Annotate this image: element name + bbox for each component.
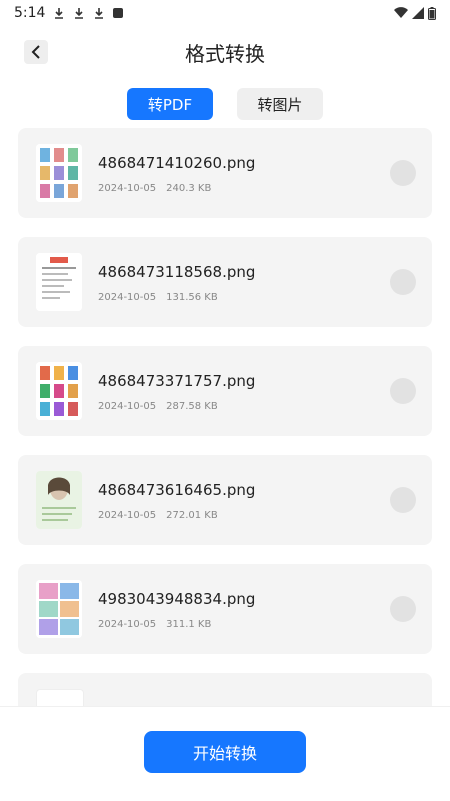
status-right — [394, 6, 436, 20]
file-size: 311.1 KB — [166, 619, 212, 630]
file-card[interactable]: 4868471410260.png 2024-10-05 240.3 KB — [18, 128, 432, 218]
file-name: 4868471410260.png — [98, 154, 256, 172]
file-meta: 2024-10-05 272.01 KB — [98, 510, 228, 521]
status-time: 5:14 — [14, 5, 46, 21]
file-name: 4868473371757.png — [98, 372, 256, 390]
file-name: 4868473616465.png — [98, 481, 256, 499]
file-name: 4983043948834.png — [98, 590, 256, 608]
file-date: 2024-10-05 — [98, 292, 157, 303]
bottom-bar: 开始转换 — [0, 706, 450, 801]
tab-to-pdf[interactable]: 转PDF — [127, 88, 213, 120]
file-date: 2024-10-05 — [98, 510, 157, 521]
file-date: 2024-10-05 — [98, 619, 157, 630]
thumb-document-icon — [36, 253, 82, 311]
file-meta: 2024-10-05 131.56 KB — [98, 292, 228, 303]
download-icon — [75, 8, 84, 19]
select-radio[interactable] — [390, 487, 416, 513]
wifi-icon — [394, 7, 408, 19]
file-size: 240.3 KB — [166, 183, 212, 194]
select-radio[interactable] — [390, 160, 416, 186]
file-meta: 2024-10-05 287.58 KB — [98, 401, 228, 412]
tab-bar: 转PDF 转图片 — [0, 88, 450, 120]
file-meta: 2024-10-05 240.3 KB — [98, 183, 221, 194]
file-card[interactable]: 4983043948834.png 2024-10-05 311.1 KB — [18, 564, 432, 654]
file-card[interactable]: 4868473371757.png 2024-10-05 287.58 KB — [18, 346, 432, 436]
thumb-art-grid-icon — [36, 580, 82, 638]
header: 格式转换 — [0, 30, 450, 74]
thumb-portrait-icon — [36, 471, 82, 529]
notification-app-icon — [113, 8, 124, 18]
battery-icon — [428, 6, 436, 20]
select-radio[interactable] — [390, 378, 416, 404]
file-card[interactable]: 4868473616465.png 2024-10-05 272.01 KB — [18, 455, 432, 545]
download-icon — [95, 8, 104, 19]
file-size: 272.01 KB — [166, 510, 218, 521]
signal-icon — [412, 7, 424, 19]
file-meta: 2024-10-05 311.1 KB — [98, 619, 221, 630]
status-left: 5:14 — [14, 5, 124, 21]
file-date: 2024-10-05 — [98, 401, 157, 412]
file-size: 287.58 KB — [166, 401, 218, 412]
start-convert-button[interactable]: 开始转换 — [144, 731, 306, 773]
tab-to-image[interactable]: 转图片 — [237, 88, 323, 120]
file-card[interactable]: 4868473118568.png 2024-10-05 131.56 KB — [18, 237, 432, 327]
file-date: 2024-10-05 — [98, 183, 157, 194]
status-bar: 5:14 — [0, 0, 450, 26]
select-radio[interactable] — [390, 596, 416, 622]
file-name: 4868473118568.png — [98, 263, 256, 281]
thumb-poster-grid-icon — [36, 362, 82, 420]
download-icon — [55, 8, 64, 19]
thumb-grid-icon — [36, 144, 82, 202]
page-title: 格式转换 — [185, 42, 265, 66]
file-size: 131.56 KB — [166, 292, 218, 303]
select-radio[interactable] — [390, 269, 416, 295]
